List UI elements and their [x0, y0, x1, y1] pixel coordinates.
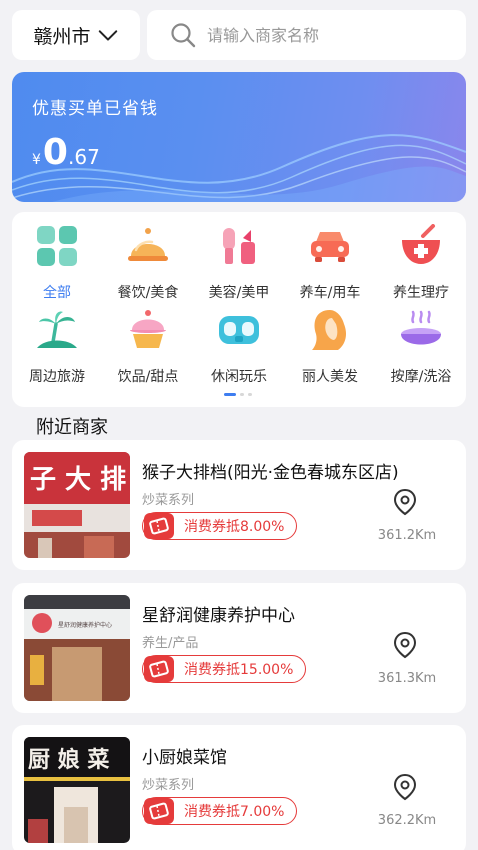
- category-massage[interactable]: 按摩/洗浴: [376, 308, 466, 386]
- coupon-text: 消费券抵8.00%: [184, 519, 285, 535]
- category-label: 养生理疗: [393, 285, 449, 301]
- category-hair[interactable]: 丽人美发: [285, 308, 375, 386]
- shop-name: 星舒润健康养护中心: [142, 606, 295, 626]
- saved-amount: ¥ 0 .67: [32, 132, 100, 173]
- bath-icon: [401, 310, 441, 345]
- category-food[interactable]: 餐饮/美食: [103, 224, 193, 302]
- category-car[interactable]: 养车/用车: [285, 224, 375, 302]
- shop-category: 养生/产品: [142, 636, 199, 651]
- category-grid: 全部 餐饮/美食 美容/美甲 养车/用车 养生理疗 周边旅游 饮品/甜点 休闲玩…: [12, 212, 466, 407]
- coupon-badge: 消费券抵7.00%: [142, 797, 298, 825]
- category-travel[interactable]: 周边旅游: [12, 308, 102, 386]
- shop-sign-text: 厨 娘 菜: [28, 747, 109, 773]
- palm-island-icon: [37, 311, 77, 348]
- category-drinks[interactable]: 饮品/甜点: [103, 308, 193, 386]
- page-dot: [248, 393, 252, 396]
- grid-icon: [37, 226, 77, 266]
- shop-sign-text: 子 大 排: [30, 465, 126, 495]
- shop-photo: 星舒润健康养护中心: [24, 595, 130, 701]
- amount-decimal: .67: [67, 145, 100, 169]
- coupon-ticket-icon: [144, 656, 174, 682]
- coupon-text: 消费券抵7.00%: [184, 804, 285, 820]
- category-label: 休闲玩乐: [211, 369, 267, 385]
- shop-name: 小厨娘菜馆: [142, 748, 227, 768]
- top-bar: 赣州市: [0, 0, 478, 68]
- shop-distance: 362.2Km: [377, 813, 437, 828]
- category-beauty[interactable]: 美容/美甲: [194, 224, 284, 302]
- lipstick-icon: [223, 228, 255, 264]
- search-bar[interactable]: [147, 10, 466, 60]
- shop-card[interactable]: 星舒润健康养护中心 星舒润健康养护中心 养生/产品 消费券抵15.00% 361…: [12, 583, 466, 713]
- category-wellness[interactable]: 养生理疗: [376, 224, 466, 302]
- coupon-text: 消费券抵15.00%: [184, 662, 294, 678]
- shop-sign-text: 星舒润健康养护中心: [58, 621, 112, 629]
- location-pin-icon[interactable]: [393, 488, 417, 516]
- hair-beauty-icon: [312, 310, 346, 350]
- shop-photo: 子 大 排: [24, 452, 130, 558]
- category-label: 美容/美甲: [208, 285, 270, 301]
- vr-glasses-icon: [219, 316, 259, 344]
- car-icon: [311, 232, 349, 262]
- amount-integer: 0: [42, 132, 68, 173]
- shop-category: 炒菜系列: [142, 493, 195, 508]
- shop-photo: 厨 娘 菜: [24, 737, 130, 843]
- shop-card[interactable]: 子 大 排 猴子大排档(阳光·金色春城东区店) 炒菜系列 消费券抵8.00% 3…: [12, 440, 466, 570]
- category-label: 按摩/洗浴: [390, 369, 452, 385]
- category-label: 周边旅游: [29, 369, 85, 385]
- medicine-bowl-icon: [402, 224, 440, 264]
- shop-category: 炒菜系列: [142, 778, 195, 793]
- page-dot-active: [224, 393, 236, 396]
- coupon-badge: 消费券抵15.00%: [142, 655, 307, 683]
- chevron-down-icon: [98, 30, 117, 41]
- page-indicator: [224, 393, 252, 396]
- shop-distance: 361.3Km: [377, 671, 437, 686]
- category-label: 丽人美发: [302, 369, 358, 385]
- currency-symbol: ¥: [32, 152, 41, 168]
- shop-distance: 361.2Km: [377, 528, 437, 543]
- search-input[interactable]: [207, 25, 447, 45]
- banner-title: 优惠买单已省钱: [32, 99, 158, 119]
- shop-card[interactable]: 厨 娘 菜 小厨娘菜馆 炒菜系列 消费券抵7.00% 362.2Km: [12, 725, 466, 850]
- city-selector[interactable]: 赣州市: [12, 10, 140, 60]
- coupon-ticket-icon: [144, 513, 174, 539]
- city-label: 赣州市: [33, 25, 91, 48]
- shop-name: 猴子大排档(阳光·金色春城东区店): [142, 463, 399, 483]
- category-all[interactable]: 全部: [12, 224, 102, 302]
- coupon-badge: 消费券抵8.00%: [142, 512, 298, 540]
- cupcake-icon: [130, 310, 166, 348]
- search-icon: [171, 23, 196, 48]
- category-label: 餐饮/美食: [117, 285, 179, 301]
- coupon-ticket-icon: [144, 798, 174, 824]
- category-leisure[interactable]: 休闲玩乐: [194, 308, 284, 386]
- category-label: 全部: [43, 285, 71, 301]
- location-pin-icon[interactable]: [393, 773, 417, 801]
- category-label: 饮品/甜点: [117, 369, 179, 385]
- category-label: 养车/用车: [299, 285, 361, 301]
- savings-banner[interactable]: 优惠买单已省钱 ¥ 0 .67: [12, 72, 466, 202]
- location-pin-icon[interactable]: [393, 631, 417, 659]
- nearby-title: 附近商家: [36, 417, 108, 438]
- food-cloche-icon: [128, 228, 168, 261]
- page-dot: [240, 393, 244, 396]
